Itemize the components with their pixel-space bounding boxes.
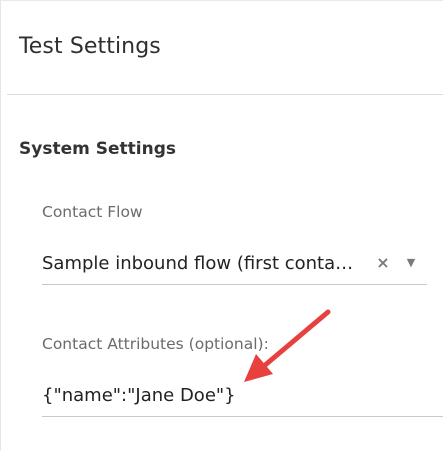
contact-flow-selected-value: Sample inbound flow (first contact exper… <box>42 253 358 274</box>
test-settings-panel: Test Settings System Settings Contact Fl… <box>0 0 443 451</box>
contact-flow-select[interactable]: Sample inbound flow (first contact exper… <box>42 247 427 285</box>
top-border <box>1 0 443 1</box>
contact-attributes-value: {"name":"Jane Doe"} <box>42 385 236 406</box>
contact-attributes-label: Contact Attributes (optional): <box>42 335 269 353</box>
contact-attributes-field[interactable]: {"name":"Jane Doe"} <box>42 377 443 417</box>
chevron-down-icon[interactable]: ▼ <box>403 251 419 275</box>
section-heading: System Settings <box>19 139 176 159</box>
header-divider <box>7 94 443 95</box>
contact-flow-label: Contact Flow <box>42 203 143 221</box>
panel-title: Test Settings <box>19 34 161 59</box>
clear-icon[interactable]: × <box>374 251 392 275</box>
